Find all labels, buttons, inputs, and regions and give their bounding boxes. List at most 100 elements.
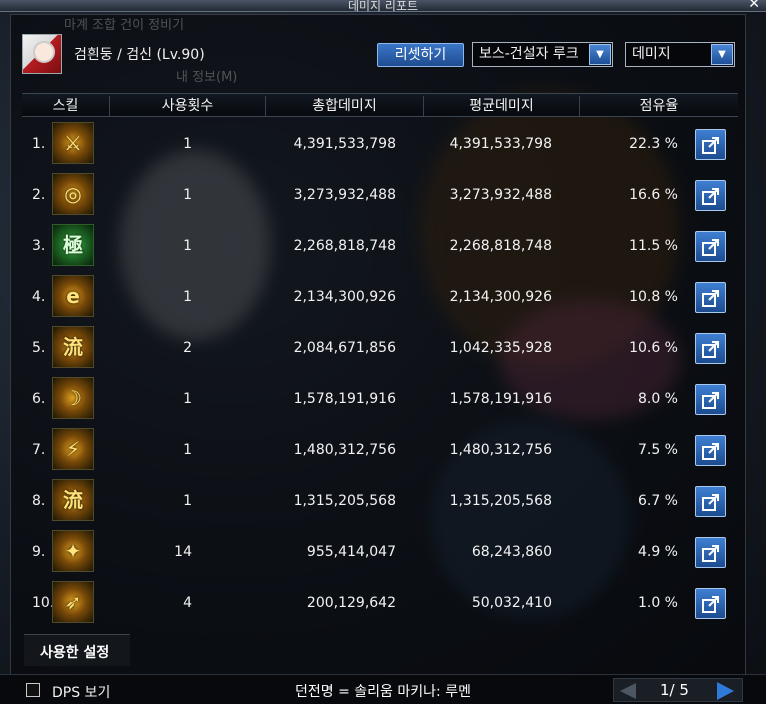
table-row: 2. ◎ 1 3,273,932,488 3,273,932,488 16.6 % [22,171,738,222]
skill-glyph: ◎ [64,182,82,206]
kanji-skill-icon[interactable]: 極 [52,224,94,266]
avatar [22,34,62,74]
dungeon-filter-select[interactable]: 보스-건설자 루크 ▼ [472,42,613,67]
table-row: 5. 流 2 2,084,671,856 1,042,335,928 10.6 % [22,324,738,375]
average-damage: 1,315,205,568 [449,493,552,509]
header-skill[interactable]: 스킬 [22,96,110,116]
total-damage: 200,129,642 [306,595,396,611]
header-count[interactable]: 사용횟수 [110,96,266,116]
share-button[interactable] [695,435,726,466]
share-button[interactable] [695,486,726,517]
background-window-subtitle: 내 정보(M) [176,70,238,85]
share-button[interactable] [695,333,726,364]
share-percent: 10.8 % [629,289,678,305]
skill-glyph: 極 [63,233,83,257]
share-percent: 16.6 % [629,187,678,203]
table-row: 1. ⚔ 1 4,391,533,798 4,391,533,798 22.3 % [22,120,738,171]
flow-skill-icon[interactable]: 流 [52,326,94,368]
share-button[interactable] [695,180,726,211]
metric-filter-select[interactable]: 데미지 ▼ [625,42,735,67]
use-count: 1 [183,493,192,509]
title-bar: 데미지 리포트 ✕ [0,0,766,13]
average-damage: 1,042,335,928 [449,340,552,356]
share-icon [702,392,719,409]
skill-glyph: ✦ [64,539,82,563]
chevron-down-icon[interactable]: ▼ [711,44,733,65]
beast-skill-icon[interactable]: ⚡ [52,428,94,470]
dash-skill-icon[interactable]: ✦ [52,530,94,572]
slash-skill-icon[interactable]: ⚔ [52,122,94,164]
arc-skill-icon[interactable]: ☽ [52,377,94,419]
total-damage: 1,315,205,568 [293,493,396,509]
next-page-icon[interactable] [717,682,734,700]
share-percent: 8.0 % [637,391,678,407]
share-percent: 22.3 % [629,136,678,152]
pagination: 1/ 5 [613,678,743,702]
share-button[interactable] [695,282,726,313]
share-button[interactable] [695,231,726,262]
share-percent: 7.5 % [637,442,678,458]
share-percent: 10.6 % [629,340,678,356]
skill-glyph: 流 [63,488,83,512]
rank-number: 10. [32,595,55,611]
share-icon [702,290,719,307]
table-row: 7. ⚡ 1 1,480,312,756 1,480,312,756 7.5 % [22,426,738,477]
total-damage: 2,084,671,856 [293,340,396,356]
page-indicator: 1/ 5 [660,681,689,699]
share-icon [702,443,719,460]
share-icon [702,596,719,613]
table-row: 10. ➶ 4 200,129,642 50,032,410 1.0 % [22,579,738,630]
share-icon [702,188,719,205]
status-bar: DPS 보기 던전명 = 솔리움 마키나: 루멘 1/ 5 [0,674,766,704]
average-damage: 50,032,410 [471,595,552,611]
window-title: 데미지 리포트 [347,0,419,13]
header-share[interactable]: 점유율 [580,96,738,116]
share-button[interactable] [695,588,726,619]
total-damage: 955,414,047 [306,544,396,560]
rank-number: 4. [32,289,46,305]
share-button[interactable] [695,384,726,415]
kick-skill-icon[interactable]: ➶ [52,581,94,623]
settings-tab[interactable]: 사용한 설정 [24,634,130,666]
chevron-down-icon[interactable]: ▼ [589,44,611,65]
skill-glyph: ⚔ [64,131,82,155]
reset-button[interactable]: 리셋하기 [377,43,464,67]
dungeon-filter-value: 보스-건설자 루크 [479,46,579,62]
total-damage: 2,268,818,748 [293,238,396,254]
settings-tab-label: 사용한 설정 [40,645,110,661]
share-percent: 1.0 % [637,595,678,611]
average-damage: 2,268,818,748 [449,238,552,254]
whirl-skill-icon[interactable]: ◎ [52,173,94,215]
total-damage: 4,391,533,798 [293,136,396,152]
average-damage: 1,578,191,916 [449,391,552,407]
rank-number: 2. [32,187,46,203]
table-row: 8. 流 1 1,315,205,568 1,315,205,568 6.7 % [22,477,738,528]
use-count: 4 [183,595,192,611]
share-button[interactable] [695,537,726,568]
share-button[interactable] [695,129,726,160]
lightning-flow-skill-icon[interactable]: 流 [52,479,94,521]
prev-page-icon[interactable] [620,683,636,699]
rank-number: 6. [32,391,46,407]
use-count: 1 [183,391,192,407]
skill-glyph: 流 [63,335,83,359]
spiral-skill-icon[interactable]: e [52,275,94,317]
total-damage: 1,578,191,916 [293,391,396,407]
skill-glyph: ⚡ [65,437,81,461]
average-damage: 2,134,300,926 [449,289,552,305]
background-window-title: 마계 조합 건이 정비기 [64,18,185,33]
total-damage: 1,480,312,756 [293,442,396,458]
share-icon [702,239,719,256]
table-row: 9. ✦ 14 955,414,047 68,243,860 4.9 % [22,528,738,579]
character-name: 검흰둥 / 검신 (Lv.90) [74,47,205,63]
share-percent: 4.9 % [637,544,678,560]
total-damage: 2,134,300,926 [293,289,396,305]
header-average[interactable]: 평균데미지 [424,96,580,116]
header-total[interactable]: 총합데미지 [266,96,424,116]
share-icon [702,137,719,154]
close-icon[interactable]: ✕ [748,0,760,12]
use-count: 1 [183,187,192,203]
metric-filter-value: 데미지 [632,46,671,62]
share-icon [702,494,719,511]
average-damage: 3,273,932,488 [449,187,552,203]
